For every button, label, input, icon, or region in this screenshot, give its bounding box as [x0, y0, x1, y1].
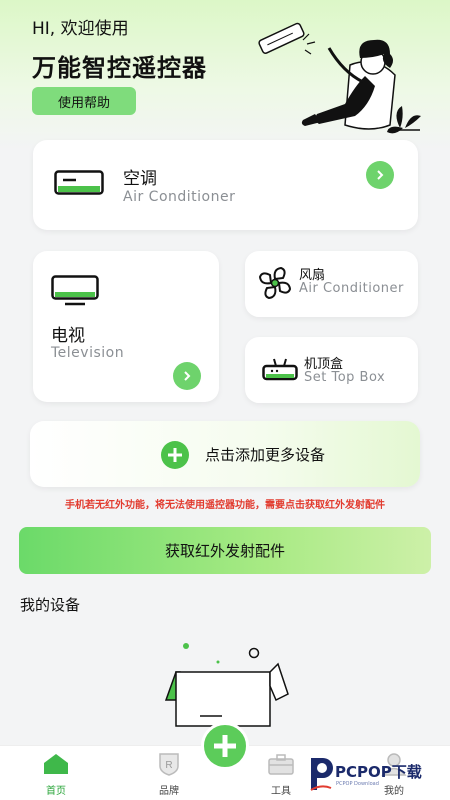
- home-icon: [44, 754, 68, 774]
- tv-icon: [51, 275, 99, 306]
- fan-icon: [258, 266, 292, 300]
- device-card-fan[interactable]: 风扇 Air Conditioner: [245, 251, 418, 317]
- device-subtitle-fan: Air Conditioner: [299, 281, 404, 296]
- pcpop-logo-icon: [310, 758, 333, 791]
- device-subtitle-air-conditioner: Air Conditioner: [123, 189, 236, 205]
- person-with-remote-illustration: [258, 22, 421, 134]
- plus-circle-icon: [161, 441, 189, 469]
- tab-home[interactable]: 首页: [26, 752, 86, 797]
- watermark-brand: PCPOP下载: [335, 763, 422, 781]
- chevron-right-icon: [377, 170, 384, 180]
- plus-icon: [214, 735, 236, 757]
- device-card-tv[interactable]: 电视 Television: [33, 251, 219, 402]
- empty-box-illustration: [164, 643, 289, 727]
- set-top-box-icon: [262, 358, 298, 381]
- device-name-air-conditioner: 空调: [123, 169, 157, 189]
- device-card-set-top-box[interactable]: 机顶盒 Set Top Box: [245, 337, 418, 403]
- add-more-devices-label: 点击添加更多设备: [205, 446, 326, 464]
- svg-text:R: R: [165, 760, 172, 771]
- device-name-tv: 电视: [51, 326, 85, 346]
- device-subtitle-set-top-box: Set Top Box: [304, 370, 386, 385]
- my-devices-title: 我的设备: [20, 596, 81, 614]
- tab-brand[interactable]: R 品牌: [139, 752, 199, 797]
- device-subtitle-tv: Television: [51, 345, 125, 361]
- tab-tools[interactable]: 工具: [251, 752, 311, 797]
- tab-label-brand: 品牌: [159, 786, 179, 797]
- help-button[interactable]: 使用帮助: [32, 87, 136, 115]
- add-more-devices-button[interactable]: 点击添加更多设备: [30, 421, 420, 487]
- chevron-right-icon: [184, 371, 191, 381]
- ir-warning-text: 手机若无红外功能，将无法使用遥控器功能，需要点击获取红外发射配件: [65, 500, 385, 511]
- tab-label-home: 首页: [46, 786, 66, 797]
- pcpop-watermark: PCPOP下载 PCPOP Download: [303, 754, 450, 794]
- greeting-text: HI, 欢迎使用: [32, 19, 129, 39]
- add-device-fab[interactable]: [201, 722, 249, 770]
- device-card-air-conditioner[interactable]: 空调 Air Conditioner: [33, 140, 418, 230]
- get-ir-accessory-button[interactable]: 获取红外发射配件: [19, 527, 431, 574]
- brand-shield-icon: R: [159, 753, 179, 776]
- toolbox-icon: [268, 754, 294, 775]
- page-title: 万能智控遥控器: [32, 54, 207, 82]
- tab-label-tools: 工具: [271, 786, 291, 797]
- watermark-small: PCPOP Download: [336, 781, 379, 787]
- air-conditioner-arrow-button[interactable]: [366, 161, 394, 189]
- tv-arrow-button[interactable]: [173, 362, 201, 390]
- air-conditioner-icon: [54, 170, 104, 195]
